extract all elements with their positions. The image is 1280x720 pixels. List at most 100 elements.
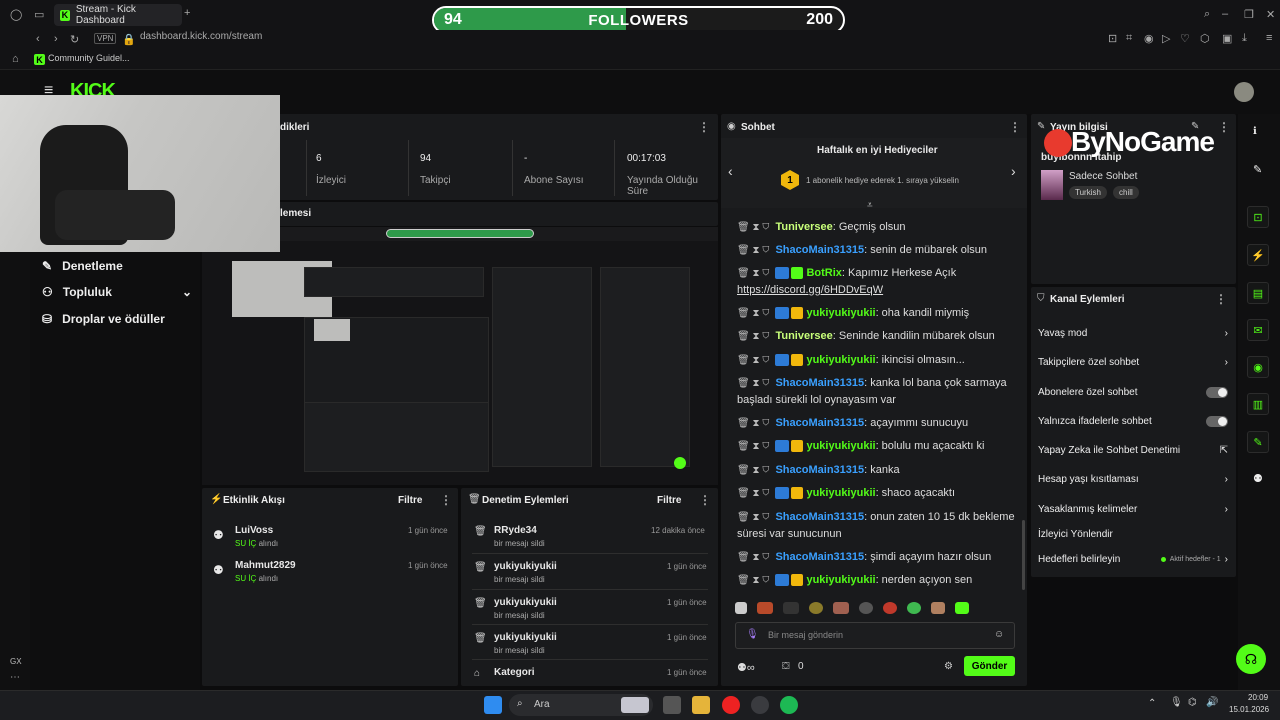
help-support-icon[interactable]: ☊ (1236, 644, 1266, 674)
moderation-icons[interactable]: 🗑 ⧗ ⛉ (737, 331, 769, 342)
kick-points-icon[interactable]: ⚉∞ (737, 661, 755, 674)
heart-icon[interactable]: ♡ (1180, 32, 1190, 45)
close-icon[interactable]: ✕ (1266, 8, 1275, 21)
vpn-badge[interactable]: VPN (94, 33, 117, 44)
chat-username[interactable]: yukiyukiyukii (806, 487, 875, 499)
spotify-icon[interactable] (780, 696, 798, 714)
network-icon[interactable]: ⌬ (1188, 697, 1197, 708)
menu-icon[interactable]: ≡ (1266, 32, 1272, 44)
chat-username[interactable]: ShacoMain31315 (775, 464, 864, 476)
layout-icon[interactable]: ▥ (1247, 393, 1269, 415)
sidebar-item-drops[interactable]: ⛁ Droplar ve ödüller (42, 312, 165, 326)
chat-username[interactable]: ShacoMain31315 (775, 377, 864, 389)
moderation-icons[interactable]: 🗑 ⧗ ⛉ (737, 552, 769, 563)
minimize-icon[interactable]: – (1222, 8, 1228, 20)
moderation-icons[interactable]: 🗑 ⧗ ⛉ (737, 222, 769, 233)
camera-icon[interactable]: ◉ (1144, 32, 1154, 45)
back-icon[interactable]: ‹ (36, 33, 40, 45)
chat-username[interactable]: yukiyukiyukii (806, 440, 875, 452)
collapse-icon[interactable]: ⩡ (867, 200, 873, 211)
activity-user[interactable]: LuiVoss (235, 525, 273, 536)
opera-gx-icon[interactable] (722, 696, 740, 714)
clock-time[interactable]: 20:09 (1248, 693, 1268, 702)
moderation-icons[interactable]: 🗑 ⧗ ⛉ (737, 465, 769, 476)
channel-action-banned-words[interactable]: Yasaklanmış kelimeler › (1038, 504, 1228, 515)
chat-scrollbar[interactable] (1022, 520, 1025, 590)
moderation-user[interactable]: RRyde34 (494, 525, 537, 536)
broadcast-icon[interactable]: ◉ (1247, 356, 1269, 378)
moderation-user[interactable]: yukiyukiyukii (494, 597, 557, 608)
tab-overview-icon[interactable]: ▭ (34, 8, 44, 21)
chat-username[interactable]: ShacoMain31315 (775, 511, 864, 523)
moderation-user[interactable]: Kategori (494, 667, 535, 678)
channel-action-goals[interactable]: Hedefleri belirleyin Aktif hedefler - 1 › (1038, 554, 1228, 565)
chat-username[interactable]: Tuniversee (775, 330, 832, 342)
sidebar-item-moderation[interactable]: ✎ Denetleme (42, 259, 123, 273)
file-explorer-icon[interactable] (692, 696, 710, 714)
emote-icon[interactable] (757, 602, 773, 614)
moderation-filter-button[interactable]: Filtre (657, 495, 681, 506)
subscribers-only-toggle[interactable] (1206, 387, 1228, 398)
emote-icon[interactable] (783, 602, 799, 614)
settings-gear-icon[interactable]: ⚙ (944, 661, 953, 672)
bookmark-community[interactable]: Community Guidel... (48, 53, 130, 63)
activity-user[interactable]: Mahmut2829 (235, 560, 296, 571)
category-thumbnail[interactable] (1041, 170, 1063, 200)
moderation-menu-icon[interactable]: ⋮ (699, 493, 711, 507)
snapshot-icon[interactable]: ⌗ (1126, 32, 1132, 45)
emote-icon[interactable] (907, 602, 921, 614)
task-view-icon[interactable] (663, 696, 681, 714)
moderation-icons[interactable]: 🗑 ⧗ ⛉ (737, 488, 769, 499)
moderation-user[interactable]: yukiyukiyukii (494, 561, 557, 572)
clock-date[interactable]: 15.01.2026 (1229, 705, 1269, 714)
chat-link[interactable]: https://discord.gg/6HDDvEqW (737, 284, 883, 296)
notes-icon[interactable]: ▤ (1247, 282, 1269, 304)
emote-only-toggle[interactable] (1206, 416, 1228, 427)
emote-icon[interactable] (809, 602, 823, 614)
new-tab-icon[interactable]: + (184, 7, 190, 19)
moderation-icons[interactable]: 🗑 ⧗ ⛉ (737, 355, 769, 366)
chat-username[interactable]: Tuniversee (775, 221, 832, 233)
taskbar-search[interactable]: ⌕ Ara (509, 694, 653, 716)
wallet-icon[interactable]: ▣ (1222, 32, 1232, 45)
send-button[interactable]: Gönder (964, 656, 1015, 676)
moderation-icons[interactable]: 🗑 ⧗ ⛉ (737, 378, 769, 389)
channel-action-subscribers-only[interactable]: Abonelere özel sohbet (1038, 387, 1228, 398)
search-icon[interactable]: ⌕ (1204, 8, 1210, 21)
emote-icon[interactable] (859, 602, 873, 614)
kick-points-icon[interactable]: ⚉ (1253, 472, 1263, 485)
channel-action-account-age[interactable]: Hesap yaşı kısıtlaması › (1038, 474, 1228, 485)
chat-menu-icon[interactable]: ⋮ (1009, 120, 1021, 134)
extensions-icon[interactable]: ⬡ (1200, 32, 1210, 45)
moderation-user[interactable]: yukiyukiyukii (494, 632, 557, 643)
chevron-up-icon[interactable]: ⌃ (1148, 698, 1156, 709)
tag-pill[interactable]: Turkish (1069, 186, 1107, 199)
channel-action-ai-moderation[interactable]: Yapay Zeka ile Sohbet Denetimi ⇱ (1038, 445, 1228, 456)
shop-icon[interactable]: ⌂ (12, 53, 19, 65)
info-icon[interactable]: ℹ (1253, 126, 1257, 137)
gx-icon[interactable]: GX (10, 657, 22, 666)
channel-actions-menu-icon[interactable]: ⋮ (1215, 292, 1227, 306)
stream-info-menu-icon[interactable]: ⋮ (1218, 120, 1230, 134)
chat-username[interactable]: BotRix (806, 267, 841, 279)
reload-icon[interactable]: ↻ (70, 33, 79, 46)
pin-icon[interactable]: ⊡ (1108, 32, 1117, 45)
store-icon[interactable]: ⛋ (782, 661, 790, 672)
chat-input-box[interactable]: 🎙 Bir mesaj gönderin ☺ (735, 622, 1015, 649)
obs-icon[interactable] (751, 696, 769, 714)
chat-input-placeholder[interactable]: Bir mesaj gönderin (768, 630, 843, 640)
moderation-icons[interactable]: 🗑 ⧗ ⛉ (737, 512, 769, 523)
microphone-icon[interactable]: 🎙 (1170, 697, 1183, 708)
moderation-icons[interactable]: 🗑 ⧗ ⛉ (737, 418, 769, 429)
channel-action-slow-mode[interactable]: Yavaş mod › (1038, 328, 1228, 339)
opera-icon[interactable]: ◯ (10, 8, 22, 21)
url-field[interactable]: dashboard.kick.com/stream (140, 31, 262, 42)
tag-pill[interactable]: chill (1113, 186, 1139, 199)
wrench-icon[interactable]: ✎ (1247, 431, 1269, 453)
moderation-icons[interactable]: 🗑 ⧗ ⛉ (737, 308, 769, 319)
screenshot-icon[interactable]: ⊡ (1247, 206, 1269, 228)
chat-username[interactable]: ShacoMain31315 (775, 551, 864, 563)
emote-icon[interactable] (833, 602, 849, 614)
windows-start-icon[interactable] (484, 696, 502, 714)
pencil-icon[interactable]: ✎ (1253, 163, 1262, 176)
